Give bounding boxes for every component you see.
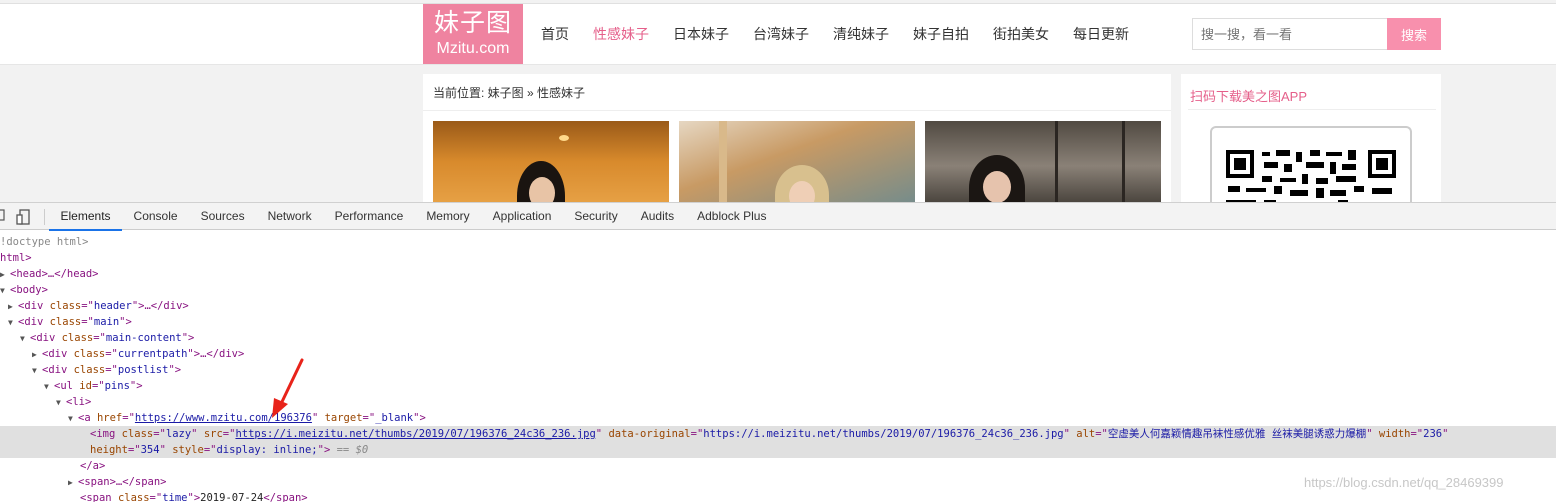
dom-tree: !doctype html> html> ▶ <head>…</head> ▼ <b…	[0, 232, 1556, 502]
breadcrumb: 当前位置: 妹子图 » 性感妹子	[433, 86, 586, 100]
dom-node-ul-pins[interactable]: ▼ <ul id="pins">	[0, 378, 1556, 394]
attr-value: pins	[104, 380, 130, 392]
dom-node-body[interactable]: ▼ <body>	[0, 282, 1556, 298]
nav-taiwan[interactable]: 台湾妹子	[753, 22, 809, 46]
red-arrow-annotation-icon	[272, 358, 304, 418]
web-page-viewport: 妹子图 Mzitu.com 首页 性感妹子 日本妹子 台湾妹子 清纯妹子 妹子自…	[0, 0, 1556, 202]
toolbar-separator	[44, 209, 45, 225]
nav-selfie[interactable]: 妹子自拍	[913, 22, 969, 46]
collapse-triangle-icon[interactable]: ▼	[44, 379, 54, 395]
photo-face	[529, 177, 555, 202]
photo-face	[983, 171, 1011, 202]
span-tag: <span>…</span>	[78, 476, 167, 488]
nav-daily[interactable]: 每日更新	[1073, 22, 1129, 46]
nav-street[interactable]: 街拍美女	[993, 22, 1049, 46]
attr-value: postlist	[117, 364, 169, 376]
tab-performance[interactable]: Performance	[323, 203, 415, 231]
attr-value: https://i.meizitu.net/thumbs/2019/07/196…	[703, 428, 1064, 440]
dom-node-doctype[interactable]: !doctype html>	[0, 234, 1556, 250]
devtools-panel: Elements Console Sources Network Perform…	[0, 202, 1556, 502]
main-content: 当前位置: 妹子图 » 性感妹子	[423, 74, 1171, 202]
app-download-title: 扫码下载美之图APP	[1190, 89, 1308, 104]
expand-triangle-icon[interactable]: ▶	[68, 475, 78, 491]
tab-console[interactable]: Console	[122, 203, 189, 231]
site-header: 妹子图 Mzitu.com 首页 性感妹子 日本妹子 台湾妹子 清纯妹子 妹子自…	[0, 4, 1556, 65]
dom-node-span-time[interactable]: <span class="time">2019-07-24</span>	[0, 490, 1556, 502]
expand-triangle-icon[interactable]: ▶	[8, 299, 18, 315]
doctype-text: !doctype html>	[0, 236, 89, 248]
expand-triangle-icon[interactable]: ▶	[32, 347, 42, 363]
dom-node-a[interactable]: ▼ <a href="https://www.mzitu.com/196376" …	[0, 410, 1556, 426]
nav-home[interactable]: 首页	[541, 22, 569, 46]
app-download-panel: 扫码下载美之图APP	[1181, 74, 1441, 202]
collapse-triangle-icon[interactable]: ▼	[8, 315, 18, 331]
dom-node-a-close[interactable]: </a>	[0, 458, 1556, 474]
dom-node-div-main-content[interactable]: ▼ <div class="main-content">	[0, 330, 1556, 346]
tab-audits[interactable]: Audits	[629, 203, 685, 231]
body-tag: <body>	[10, 284, 48, 296]
attr-value: lazy	[165, 428, 192, 440]
attr-value: display: inline;	[216, 444, 318, 456]
nav-japan[interactable]: 日本妹子	[673, 22, 729, 46]
inspect-cursor-icon[interactable]	[0, 209, 6, 223]
tab-application[interactable]: Application	[481, 203, 563, 231]
qr-code-icon[interactable]	[1226, 150, 1396, 202]
watermark: https://blog.csdn.net/qq_28469399	[1304, 475, 1504, 490]
dom-node-html[interactable]: html>	[0, 250, 1556, 266]
divider	[423, 110, 1171, 111]
dom-node-img-selected[interactable]: <img class="lazy" src="https://i.meizitu…	[0, 426, 1556, 458]
attr-value: 空虚美人何嘉颖情趣吊袜性感优雅 丝袜美腿诱惑力爆棚	[1107, 428, 1367, 440]
divider	[1188, 109, 1436, 110]
dom-node-div-currentpath[interactable]: ▶ <div class="currentpath">…</div>	[0, 346, 1556, 362]
attr-value: _blank	[375, 412, 414, 424]
nav-sexy[interactable]: 性感妹子	[593, 22, 649, 46]
attr-value: time	[162, 492, 188, 502]
photo-window	[1055, 121, 1125, 202]
html-tag: html>	[0, 252, 32, 264]
nav-pure[interactable]: 清纯妹子	[833, 22, 889, 46]
time-text: 2019-07-24	[200, 492, 264, 502]
src-link[interactable]: https://i.meizitu.net/thumbs/2019/07/196…	[235, 428, 595, 440]
console-ref: == $0	[336, 444, 369, 456]
search-button[interactable]: 搜索	[1387, 18, 1441, 50]
dom-node-div-header[interactable]: ▶ <div class="header">…</div>	[0, 298, 1556, 314]
main-nav: 首页 性感妹子 日本妹子 台湾妹子 清纯妹子 妹子自拍 街拍美女 每日更新	[541, 22, 1153, 46]
collapse-triangle-icon[interactable]: ▼	[20, 331, 30, 347]
post-thumbnail[interactable]	[925, 121, 1161, 202]
attr-value: currentpath	[117, 348, 188, 360]
collapse-triangle-icon[interactable]: ▼	[0, 283, 10, 299]
search-input[interactable]	[1192, 18, 1388, 50]
attr-value: 236	[1423, 428, 1443, 440]
dom-node-head[interactable]: ▶ <head>…</head>	[0, 266, 1556, 282]
device-toggle-icon[interactable]	[16, 209, 32, 225]
site-logo[interactable]: 妹子图 Mzitu.com	[423, 4, 523, 64]
devtools-tabbar: Elements Console Sources Network Perform…	[0, 202, 1556, 231]
attr-value: header	[93, 300, 132, 312]
collapse-triangle-icon[interactable]: ▼	[56, 395, 66, 411]
attr-value: 354	[140, 444, 160, 456]
logo-text-cn: 妹子图	[433, 9, 512, 37]
post-thumbnail[interactable]	[679, 121, 915, 202]
attr-value: main-content	[105, 332, 182, 344]
tab-sources[interactable]: Sources	[189, 203, 256, 231]
photo-lamp	[559, 135, 569, 141]
collapse-triangle-icon[interactable]: ▼	[68, 411, 78, 427]
tab-security[interactable]: Security	[563, 203, 629, 231]
head-tag: <head>…</head>	[10, 268, 99, 280]
tab-memory[interactable]: Memory	[415, 203, 481, 231]
photo-pole	[719, 121, 727, 202]
tab-network[interactable]: Network	[256, 203, 323, 231]
dom-node-li[interactable]: ▼ <li>	[0, 394, 1556, 410]
dom-node-div-main[interactable]: ▼ <div class="main">	[0, 314, 1556, 330]
logo-text-domain: Mzitu.com	[436, 40, 510, 57]
tab-adblock-plus[interactable]: Adblock Plus	[686, 203, 778, 231]
expand-triangle-icon[interactable]: ▶	[0, 267, 10, 283]
attr-value: main	[93, 316, 120, 328]
devtools-tabs: Elements Console Sources Network Perform…	[49, 203, 778, 231]
dom-node-div-postlist[interactable]: ▼ <div class="postlist">	[0, 362, 1556, 378]
post-thumbnail[interactable]	[433, 121, 669, 202]
tab-elements[interactable]: Elements	[49, 203, 123, 231]
collapse-triangle-icon[interactable]: ▼	[32, 363, 42, 379]
